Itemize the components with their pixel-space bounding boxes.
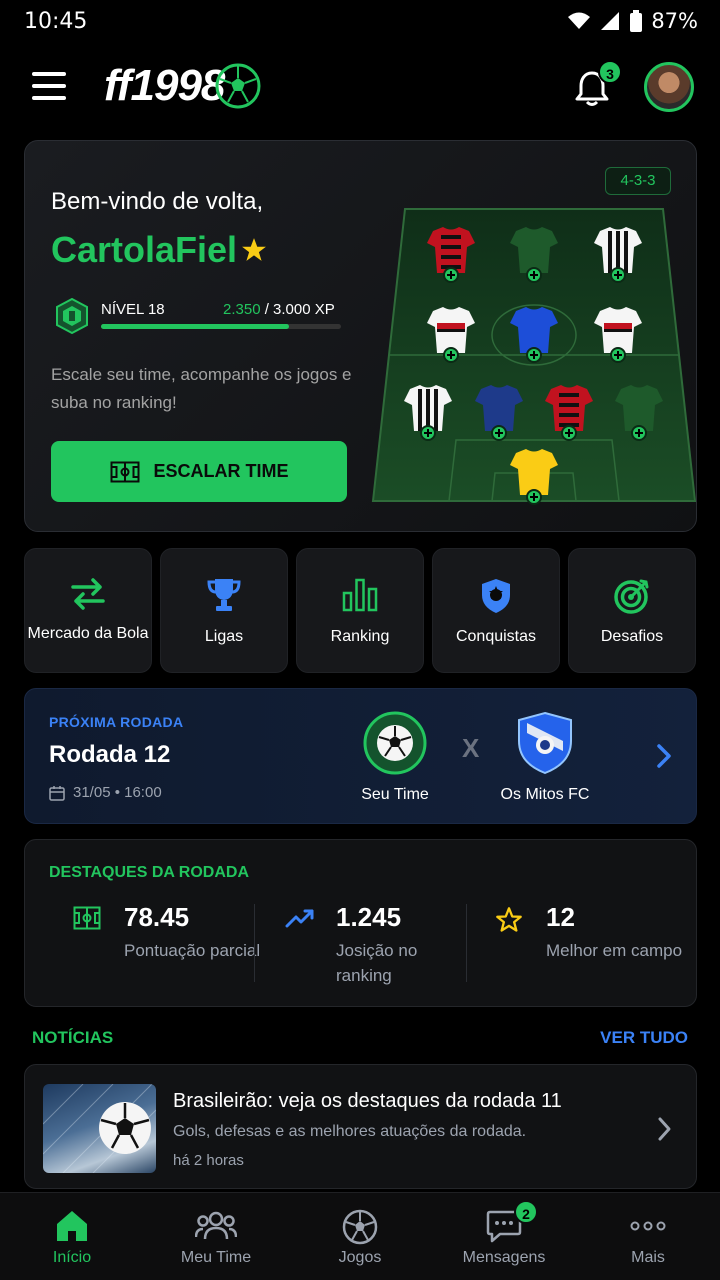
nav-label: Jogos: [338, 1249, 382, 1266]
soccer-ball-icon: [342, 1209, 378, 1245]
chevron-right-icon: [658, 1117, 671, 1141]
next-round-kicker: PRÓXIMA RODADA: [49, 714, 184, 730]
target-icon: [614, 579, 649, 614]
soccer-ball-icon: [215, 63, 261, 109]
formation-badge[interactable]: 4-3-3: [605, 167, 671, 195]
bottom-navigation: Início Meu Time Jogos Mensagens Mais: [0, 1192, 720, 1280]
escalar-time-label: ESCALAR TIME: [153, 461, 289, 481]
stat-caption: Josição no ranking: [336, 941, 418, 985]
stat-value: 78.45: [124, 902, 190, 932]
menu-button[interactable]: [32, 72, 66, 100]
level-label: NÍVEL 18: [101, 301, 165, 318]
action-label: Ligas: [204, 628, 244, 645]
news-thumbnail: [43, 1084, 156, 1173]
username: CartolaFiel: [51, 229, 238, 270]
nav-inicio[interactable]: Início: [0, 1193, 144, 1280]
nav-label: Mensagens: [462, 1249, 546, 1266]
wifi-icon: [568, 12, 591, 29]
action-desafios[interactable]: Desafios: [568, 548, 696, 673]
signal-icon: [601, 12, 620, 30]
calendar-icon: [49, 785, 65, 801]
pitch-lineup: [371, 208, 696, 505]
stat-value: 1.245: [336, 902, 402, 932]
versus-label: X: [462, 733, 480, 763]
nav-jogos[interactable]: Jogos: [288, 1193, 432, 1280]
trophy-icon: [207, 579, 241, 611]
action-label: Ranking: [330, 628, 390, 645]
status-icons: 87%: [567, 9, 698, 33]
status-bar: 10:45 87%: [0, 0, 720, 44]
xp-progress-bar: [101, 324, 341, 329]
team-crest-icon: [518, 711, 572, 775]
app-header: ff1998 3: [0, 52, 720, 122]
star-icon: [242, 238, 266, 261]
users-icon: [195, 1211, 237, 1240]
next-round-date: 31/05 • 16:00: [49, 784, 162, 801]
nav-label: Meu Time: [180, 1249, 252, 1266]
nav-mais[interactable]: Mais: [576, 1193, 720, 1280]
field-icon: [73, 906, 101, 930]
level-hex-icon: [56, 298, 88, 334]
welcome-text: Bem-vindo de volta,: [51, 188, 264, 215]
quick-actions: Mercado da Bola Ligas Ranking Conquistas…: [24, 548, 696, 673]
nav-mensagens[interactable]: Mensagens: [432, 1193, 576, 1280]
escalar-time-button[interactable]: ESCALAR TIME: [51, 441, 347, 502]
action-conquistas[interactable]: Conquistas: [432, 548, 560, 673]
home-icon: [57, 1211, 87, 1241]
next-round-title: Rodada 12: [49, 741, 171, 768]
xp-total: / 3.000 XP: [260, 301, 335, 318]
logo-text: ff1998: [104, 61, 225, 110]
soccer-ball-icon: [43, 1084, 156, 1173]
welcome-card: Bem-vindo de volta, CartolaFiel NÍVEL 18…: [24, 140, 697, 532]
highlights-kicker: DESTAQUES DA RODADA: [49, 864, 250, 881]
battery-percent: 87%: [651, 9, 698, 33]
news-title: Brasileirão: veja os destaques da rodada…: [173, 1090, 562, 1112]
divider: [466, 904, 467, 982]
action-label: Conquistas: [455, 628, 537, 645]
nav-label: Início: [52, 1249, 92, 1266]
action-mercado-da-bola[interactable]: Mercado da Bola: [24, 548, 152, 673]
status-time: 10:45: [24, 9, 88, 34]
team-name: Seu Time: [361, 786, 429, 803]
team-seu-time: Seu Time: [355, 711, 435, 804]
shield-badge-icon: [482, 579, 510, 613]
nav-label: Mais: [631, 1249, 665, 1266]
star-icon: [496, 907, 522, 932]
user-avatar[interactable]: [644, 62, 694, 112]
hero-description: Escale seu time, acompanhe os jogos e su…: [51, 365, 352, 412]
battery-icon: [630, 10, 643, 32]
news-item[interactable]: Brasileirão: veja os destaques da rodada…: [24, 1064, 697, 1189]
news-time: há 2 horas: [173, 1152, 244, 1169]
soccer-ball-icon: [363, 711, 427, 775]
more-icon: [630, 1221, 666, 1231]
stat-caption: Pontuação parcial: [124, 941, 261, 960]
trend-up-icon: [285, 909, 314, 928]
chevron-right-icon[interactable]: [653, 741, 675, 771]
news-heading: NOTÍCIAS: [32, 1028, 114, 1047]
team-name: Os Mitos FC: [500, 786, 590, 803]
divider: [254, 904, 255, 982]
xp-value: 2.350 / 3.000 XP: [223, 301, 335, 318]
notification-badge: 3: [598, 60, 622, 84]
stat-caption: Melhor em campo: [546, 941, 683, 960]
team-os-mitos-fc: Os Mitos FC: [495, 711, 595, 804]
action-ranking[interactable]: Ranking: [296, 548, 424, 673]
messages-badge: 2: [514, 1200, 538, 1224]
xp-current: 2.350: [223, 301, 261, 318]
bar-chart-icon: [342, 578, 378, 612]
transfer-icon: [71, 578, 105, 610]
app-logo: ff1998: [104, 56, 262, 116]
xp-progress-fill: [101, 324, 289, 329]
field-icon: [110, 461, 139, 482]
next-round-date-text: 31/05 • 16:00: [73, 784, 162, 801]
see-all-news-link[interactable]: VER TUDO: [600, 1028, 688, 1048]
action-ligas[interactable]: Ligas: [160, 548, 288, 673]
next-round-card[interactable]: PRÓXIMA RODADA Rodada 12 31/05 • 16:00 S…: [24, 688, 697, 824]
action-label: Mercado da Bola: [27, 625, 149, 642]
news-description: Gols, defesas e as melhores atuações da …: [173, 1123, 527, 1140]
round-highlights-card: DESTAQUES DA RODADA 78.45 Pontuação parc…: [24, 839, 697, 1007]
action-label: Desafios: [600, 628, 664, 645]
stat-value: 12: [546, 902, 575, 932]
nav-meu-time[interactable]: Meu Time: [144, 1193, 288, 1280]
